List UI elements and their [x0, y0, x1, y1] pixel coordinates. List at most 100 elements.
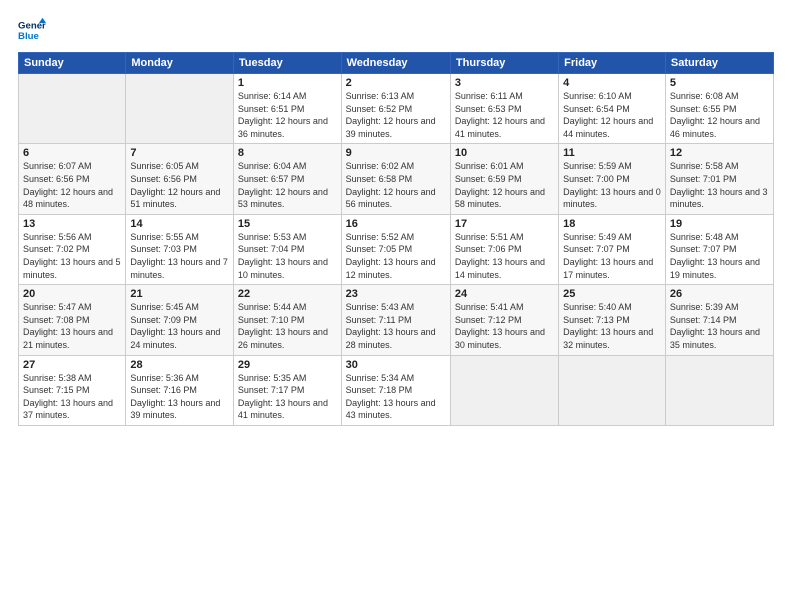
day-number: 3	[455, 77, 554, 89]
day-number: 18	[563, 218, 661, 230]
calendar-cell: 22Sunrise: 5:44 AMSunset: 7:10 PMDayligh…	[233, 285, 341, 355]
calendar-week-row: 1Sunrise: 6:14 AMSunset: 6:51 PMDaylight…	[19, 74, 774, 144]
day-number: 10	[455, 147, 554, 159]
weekday-header: Tuesday	[233, 53, 341, 74]
calendar-table: SundayMondayTuesdayWednesdayThursdayFrid…	[18, 52, 774, 426]
day-number: 2	[346, 77, 446, 89]
day-number: 19	[670, 218, 769, 230]
day-number: 20	[23, 288, 121, 300]
day-number: 1	[238, 77, 337, 89]
calendar-cell: 12Sunrise: 5:58 AMSunset: 7:01 PMDayligh…	[665, 144, 773, 214]
day-info: Sunrise: 6:10 AMSunset: 6:54 PMDaylight:…	[563, 90, 661, 140]
day-info: Sunrise: 6:11 AMSunset: 6:53 PMDaylight:…	[455, 90, 554, 140]
calendar-week-row: 6Sunrise: 6:07 AMSunset: 6:56 PMDaylight…	[19, 144, 774, 214]
day-number: 24	[455, 288, 554, 300]
day-number: 25	[563, 288, 661, 300]
day-number: 6	[23, 147, 121, 159]
calendar-week-row: 13Sunrise: 5:56 AMSunset: 7:02 PMDayligh…	[19, 214, 774, 284]
day-info: Sunrise: 5:49 AMSunset: 7:07 PMDaylight:…	[563, 231, 661, 281]
day-info: Sunrise: 5:41 AMSunset: 7:12 PMDaylight:…	[455, 301, 554, 351]
day-info: Sunrise: 5:47 AMSunset: 7:08 PMDaylight:…	[23, 301, 121, 351]
calendar-week-row: 27Sunrise: 5:38 AMSunset: 7:15 PMDayligh…	[19, 355, 774, 425]
day-info: Sunrise: 5:48 AMSunset: 7:07 PMDaylight:…	[670, 231, 769, 281]
day-number: 23	[346, 288, 446, 300]
day-info: Sunrise: 6:08 AMSunset: 6:55 PMDaylight:…	[670, 90, 769, 140]
calendar-cell: 28Sunrise: 5:36 AMSunset: 7:16 PMDayligh…	[126, 355, 234, 425]
day-number: 8	[238, 147, 337, 159]
calendar-header-row: SundayMondayTuesdayWednesdayThursdayFrid…	[19, 53, 774, 74]
day-number: 17	[455, 218, 554, 230]
calendar-cell: 1Sunrise: 6:14 AMSunset: 6:51 PMDaylight…	[233, 74, 341, 144]
calendar-cell: 17Sunrise: 5:51 AMSunset: 7:06 PMDayligh…	[450, 214, 558, 284]
day-info: Sunrise: 5:56 AMSunset: 7:02 PMDaylight:…	[23, 231, 121, 281]
day-number: 9	[346, 147, 446, 159]
calendar-cell	[19, 74, 126, 144]
calendar-cell: 21Sunrise: 5:45 AMSunset: 7:09 PMDayligh…	[126, 285, 234, 355]
weekday-header: Monday	[126, 53, 234, 74]
day-info: Sunrise: 5:35 AMSunset: 7:17 PMDaylight:…	[238, 372, 337, 422]
calendar-week-row: 20Sunrise: 5:47 AMSunset: 7:08 PMDayligh…	[19, 285, 774, 355]
day-info: Sunrise: 6:02 AMSunset: 6:58 PMDaylight:…	[346, 160, 446, 210]
calendar-cell: 13Sunrise: 5:56 AMSunset: 7:02 PMDayligh…	[19, 214, 126, 284]
calendar-cell: 24Sunrise: 5:41 AMSunset: 7:12 PMDayligh…	[450, 285, 558, 355]
day-info: Sunrise: 5:43 AMSunset: 7:11 PMDaylight:…	[346, 301, 446, 351]
day-number: 16	[346, 218, 446, 230]
weekday-header: Wednesday	[341, 53, 450, 74]
calendar-cell: 9Sunrise: 6:02 AMSunset: 6:58 PMDaylight…	[341, 144, 450, 214]
calendar-cell: 5Sunrise: 6:08 AMSunset: 6:55 PMDaylight…	[665, 74, 773, 144]
day-info: Sunrise: 5:45 AMSunset: 7:09 PMDaylight:…	[130, 301, 229, 351]
calendar-cell: 14Sunrise: 5:55 AMSunset: 7:03 PMDayligh…	[126, 214, 234, 284]
calendar-cell: 23Sunrise: 5:43 AMSunset: 7:11 PMDayligh…	[341, 285, 450, 355]
day-number: 4	[563, 77, 661, 89]
day-number: 29	[238, 359, 337, 371]
day-number: 15	[238, 218, 337, 230]
day-number: 13	[23, 218, 121, 230]
day-info: Sunrise: 5:36 AMSunset: 7:16 PMDaylight:…	[130, 372, 229, 422]
day-number: 21	[130, 288, 229, 300]
weekday-header: Saturday	[665, 53, 773, 74]
day-info: Sunrise: 6:05 AMSunset: 6:56 PMDaylight:…	[130, 160, 229, 210]
calendar-cell: 25Sunrise: 5:40 AMSunset: 7:13 PMDayligh…	[559, 285, 666, 355]
day-number: 12	[670, 147, 769, 159]
day-info: Sunrise: 5:59 AMSunset: 7:00 PMDaylight:…	[563, 160, 661, 210]
calendar-cell: 20Sunrise: 5:47 AMSunset: 7:08 PMDayligh…	[19, 285, 126, 355]
day-info: Sunrise: 5:40 AMSunset: 7:13 PMDaylight:…	[563, 301, 661, 351]
day-number: 30	[346, 359, 446, 371]
day-number: 7	[130, 147, 229, 159]
day-info: Sunrise: 6:13 AMSunset: 6:52 PMDaylight:…	[346, 90, 446, 140]
calendar-cell: 26Sunrise: 5:39 AMSunset: 7:14 PMDayligh…	[665, 285, 773, 355]
day-number: 26	[670, 288, 769, 300]
day-info: Sunrise: 5:44 AMSunset: 7:10 PMDaylight:…	[238, 301, 337, 351]
calendar-cell: 29Sunrise: 5:35 AMSunset: 7:17 PMDayligh…	[233, 355, 341, 425]
day-info: Sunrise: 5:51 AMSunset: 7:06 PMDaylight:…	[455, 231, 554, 281]
calendar-cell	[126, 74, 234, 144]
calendar-cell: 11Sunrise: 5:59 AMSunset: 7:00 PMDayligh…	[559, 144, 666, 214]
weekday-header: Friday	[559, 53, 666, 74]
day-info: Sunrise: 5:39 AMSunset: 7:14 PMDaylight:…	[670, 301, 769, 351]
day-info: Sunrise: 5:52 AMSunset: 7:05 PMDaylight:…	[346, 231, 446, 281]
day-info: Sunrise: 5:53 AMSunset: 7:04 PMDaylight:…	[238, 231, 337, 281]
calendar-cell: 3Sunrise: 6:11 AMSunset: 6:53 PMDaylight…	[450, 74, 558, 144]
day-number: 28	[130, 359, 229, 371]
calendar-cell: 18Sunrise: 5:49 AMSunset: 7:07 PMDayligh…	[559, 214, 666, 284]
day-number: 27	[23, 359, 121, 371]
day-info: Sunrise: 6:04 AMSunset: 6:57 PMDaylight:…	[238, 160, 337, 210]
calendar-cell: 2Sunrise: 6:13 AMSunset: 6:52 PMDaylight…	[341, 74, 450, 144]
day-number: 14	[130, 218, 229, 230]
logo-icon: General Blue	[18, 16, 46, 44]
day-number: 5	[670, 77, 769, 89]
weekday-header: Thursday	[450, 53, 558, 74]
day-info: Sunrise: 6:01 AMSunset: 6:59 PMDaylight:…	[455, 160, 554, 210]
calendar-cell: 16Sunrise: 5:52 AMSunset: 7:05 PMDayligh…	[341, 214, 450, 284]
day-info: Sunrise: 5:38 AMSunset: 7:15 PMDaylight:…	[23, 372, 121, 422]
calendar-cell: 4Sunrise: 6:10 AMSunset: 6:54 PMDaylight…	[559, 74, 666, 144]
calendar-cell: 6Sunrise: 6:07 AMSunset: 6:56 PMDaylight…	[19, 144, 126, 214]
calendar-cell	[559, 355, 666, 425]
calendar-cell: 8Sunrise: 6:04 AMSunset: 6:57 PMDaylight…	[233, 144, 341, 214]
calendar-cell	[665, 355, 773, 425]
calendar-cell: 7Sunrise: 6:05 AMSunset: 6:56 PMDaylight…	[126, 144, 234, 214]
calendar-cell: 27Sunrise: 5:38 AMSunset: 7:15 PMDayligh…	[19, 355, 126, 425]
calendar-cell: 30Sunrise: 5:34 AMSunset: 7:18 PMDayligh…	[341, 355, 450, 425]
day-info: Sunrise: 6:14 AMSunset: 6:51 PMDaylight:…	[238, 90, 337, 140]
weekday-header: Sunday	[19, 53, 126, 74]
